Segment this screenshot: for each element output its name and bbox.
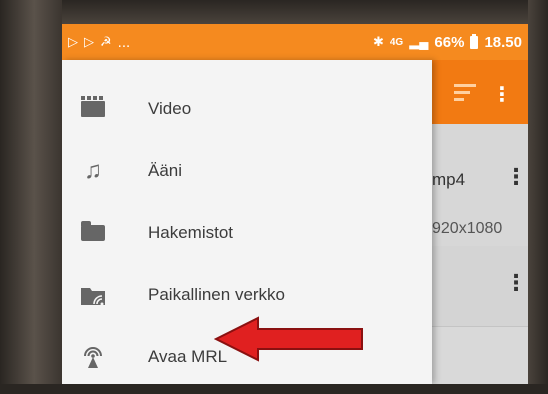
phone-bezel-right — [528, 0, 548, 394]
drawer-item-label: Paikallinen verkko — [148, 285, 286, 304]
more-options-icon[interactable]: ⋮ — [492, 82, 512, 107]
music-note-icon: ♫ — [84, 157, 102, 184]
drawer-item-label: Video — [148, 99, 192, 118]
status-left: ▷ ▷ ☭ ... — [68, 34, 130, 51]
play-store-icon: ▷ — [84, 34, 94, 49]
list-item[interactable]: ⋮ — [432, 246, 528, 327]
broadcast-icon — [80, 344, 106, 370]
battery-percent: 66% — [434, 33, 465, 51]
phone-bezel-bottom — [0, 384, 548, 394]
bluetooth-icon: ✱ — [372, 34, 384, 49]
file-name: mp4 — [432, 170, 466, 189]
battery-icon — [470, 33, 479, 49]
red-arrow-annotation — [214, 316, 363, 362]
file-resolution: 920x1080 — [432, 220, 503, 237]
phone-bezel-top — [0, 0, 548, 24]
drawer-item-video[interactable]: Video — [62, 78, 432, 140]
network-folder-icon — [80, 282, 106, 308]
phone-bezel-left — [0, 0, 62, 394]
status-time: 18.50 — [484, 33, 522, 51]
clapperboard-icon — [80, 96, 106, 122]
folder-icon — [80, 220, 106, 246]
play-store-icon: ▷ — [68, 34, 78, 49]
drawer-item-directories[interactable]: Hakemistot — [62, 202, 432, 264]
status-bar: ▷ ▷ ☭ ... ✱ 4G ▂▄ 66% 18.50 — [62, 24, 528, 60]
drawer-item-label: Hakemistot — [148, 223, 234, 242]
drawer-item-audio[interactable]: ♫ Ääni — [62, 140, 432, 202]
signal-icon: ▂▄ — [409, 34, 429, 49]
sort-icon[interactable] — [454, 84, 476, 105]
status-ellipsis: ... — [117, 33, 131, 51]
drawer-item-label: Ääni — [148, 161, 183, 180]
list-item[interactable]: mp4 ⋮ 920x1080 — [432, 124, 528, 247]
item-more-icon[interactable]: ⋮ — [505, 270, 527, 296]
item-more-icon[interactable]: ⋮ — [505, 164, 527, 190]
notification-icon: ☭ — [100, 34, 112, 49]
network-type: 4G — [389, 36, 404, 48]
status-right: ✱ 4G ▂▄ 66% 18.50 — [372, 33, 522, 51]
